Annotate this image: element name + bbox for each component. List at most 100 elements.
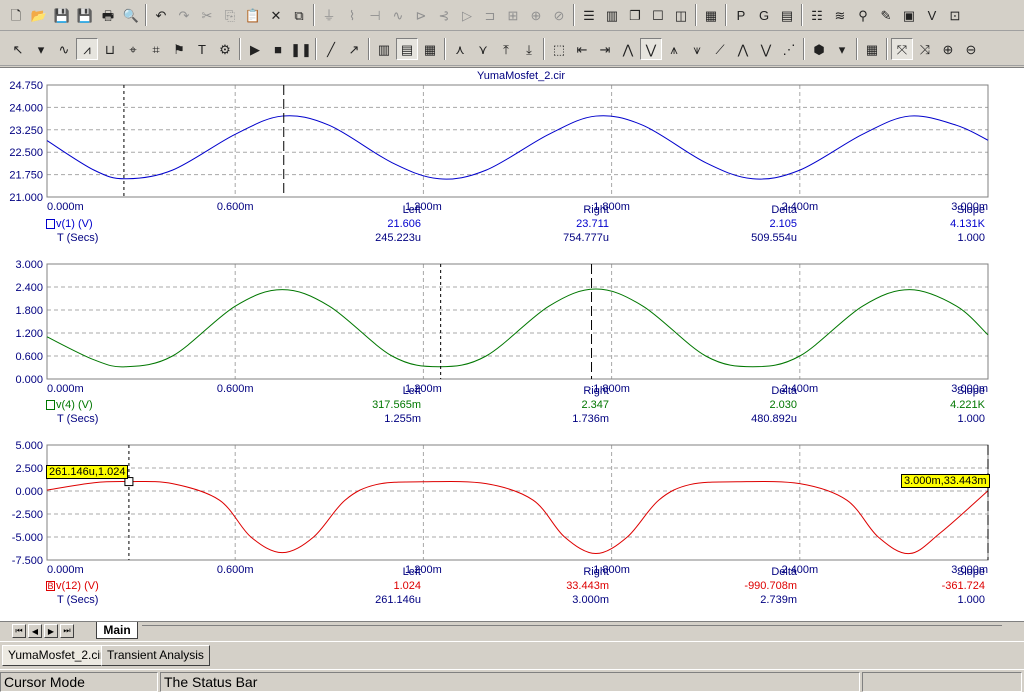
tab-circuit[interactable]: YumaMosfet_2.cir: [2, 645, 111, 666]
diode-icon[interactable]: ⊳: [410, 4, 432, 26]
time-left: 1.255m: [384, 413, 421, 425]
tab-transient-analysis[interactable]: Transient Analysis: [101, 645, 210, 666]
curve-swatch[interactable]: [46, 219, 55, 229]
pause-icon[interactable]: ❚❚: [290, 38, 312, 60]
capacitor-icon[interactable]: ⊣: [364, 4, 386, 26]
properties-dialog-icon[interactable]: ⚙: [214, 38, 236, 60]
tab-main[interactable]: Main: [96, 622, 138, 639]
global-low-icon[interactable]: ⋁: [755, 38, 777, 60]
curve-swatch[interactable]: B: [46, 581, 55, 591]
peak-icon[interactable]: ⋏: [449, 38, 471, 60]
marker-pen-icon[interactable]: ✎: [875, 4, 897, 26]
redo-icon[interactable]: ↷: [173, 4, 195, 26]
minor-grid-icon[interactable]: ▤: [396, 38, 418, 60]
save-icon[interactable]: 💾: [51, 4, 73, 26]
waveform-icon[interactable]: ≋: [829, 4, 851, 26]
grid-icon[interactable]: ▥: [373, 38, 395, 60]
next-high-icon[interactable]: ⩚: [663, 38, 685, 60]
low-icon[interactable]: ⤓: [518, 38, 540, 60]
paste-icon[interactable]: 📋: [242, 4, 264, 26]
curve-expression[interactable]: v(12) (V): [56, 580, 99, 592]
copy-icon[interactable]: ⎘: [219, 4, 241, 26]
text-tool-icon[interactable]: T: [191, 38, 213, 60]
calculator-icon[interactable]: ▦: [700, 4, 722, 26]
text-g-icon[interactable]: G: [753, 4, 775, 26]
global-high-icon[interactable]: ⋀: [732, 38, 754, 60]
graph-tag-icon[interactable]: ⌗: [145, 38, 167, 60]
plot-canvas[interactable]: YumaMosfet_2.cir 24.750 24.000 23.250 22.500…: [0, 68, 1024, 621]
zoom-in-icon[interactable]: ⊕: [937, 38, 959, 60]
curve-swatch[interactable]: [46, 400, 55, 410]
next-valley-icon[interactable]: ⋁: [640, 38, 662, 60]
split-window-icon[interactable]: ◫: [670, 4, 692, 26]
undo-icon[interactable]: ↶: [150, 4, 172, 26]
inductor-icon[interactable]: ∿: [387, 4, 409, 26]
info-header-right: Right: [583, 566, 609, 578]
add-curve-icon[interactable]: ∿: [53, 38, 75, 60]
tag-icon[interactable]: ⚑: [168, 38, 190, 60]
opamp-icon[interactable]: ▷: [456, 4, 478, 26]
switch-icon[interactable]: ⊐: [479, 4, 501, 26]
cursor-x-icon[interactable]: ⤧: [891, 38, 913, 60]
cursor-y-icon[interactable]: ⤨: [914, 38, 936, 60]
horizontal-scrollbar[interactable]: [142, 625, 1002, 637]
zoom-out-icon[interactable]: ⊖: [960, 38, 982, 60]
high-icon[interactable]: ⤒: [495, 38, 517, 60]
select-dropdown-icon[interactable]: ▾: [30, 38, 52, 60]
copy-special-icon[interactable]: ⧉: [288, 4, 310, 26]
tile-horizontal-icon[interactable]: ☰: [578, 4, 600, 26]
new-file-icon[interactable]: 🗋: [5, 4, 27, 26]
scope-icon[interactable]: ▣: [898, 4, 920, 26]
package-dropdown-icon[interactable]: ▾: [831, 38, 853, 60]
point-tag-icon[interactable]: ⌖: [122, 38, 144, 60]
valley-icon[interactable]: ⋎: [472, 38, 494, 60]
print-preview-icon[interactable]: 🔍: [120, 4, 142, 26]
next-peak-icon[interactable]: ⋀: [617, 38, 639, 60]
current-source-icon[interactable]: ⊘: [548, 4, 570, 26]
next-tab-icon[interactable]: ▶: [44, 624, 58, 638]
document-tabs: YumaMosfet_2.cir Transient Analysis: [0, 641, 1024, 668]
voltage-source-icon[interactable]: ⊕: [525, 4, 547, 26]
probe-icon[interactable]: ⚲: [852, 4, 874, 26]
cascade-icon[interactable]: ❐: [624, 4, 646, 26]
time-slope: 1.000: [957, 413, 985, 425]
vd-icon[interactable]: V: [921, 4, 943, 26]
plot-panel-3: 5.000 2.500 0.000 -2.500 -5.000 -7.500 0.000m 0…: [12, 440, 989, 576]
select-mode-icon[interactable]: ↖: [7, 38, 29, 60]
list-icon[interactable]: ☷: [806, 4, 828, 26]
prev-tab-icon[interactable]: ◀: [28, 624, 42, 638]
print-icon[interactable]: 🖶: [97, 4, 119, 26]
next-low-icon[interactable]: ⩛: [686, 38, 708, 60]
maximize-window-icon[interactable]: ☐: [647, 4, 669, 26]
slope-icon[interactable]: ⋰: [778, 38, 800, 60]
meter-icon[interactable]: ⊞: [502, 4, 524, 26]
last-tab-icon[interactable]: ⏭: [60, 624, 74, 638]
data-points-icon[interactable]: ▦: [419, 38, 441, 60]
ground-icon[interactable]: ⏚: [318, 4, 340, 26]
first-tab-icon[interactable]: ⏮: [12, 624, 26, 638]
draw-line-icon[interactable]: ╱: [320, 38, 342, 60]
run-icon[interactable]: ▶: [244, 38, 266, 60]
cut-icon[interactable]: ✂: [196, 4, 218, 26]
table-icon[interactable]: ▦: [861, 38, 883, 60]
cursor-right-icon[interactable]: ⇥: [594, 38, 616, 60]
curve-expression[interactable]: v(1) (V): [56, 218, 93, 230]
resistor-icon[interactable]: ⌇: [341, 4, 363, 26]
cursor-left-icon[interactable]: ⇤: [571, 38, 593, 60]
text-p-icon[interactable]: P: [730, 4, 752, 26]
package-icon[interactable]: ⬢: [808, 38, 830, 60]
save-all-icon[interactable]: 💾: [74, 4, 96, 26]
graph-view-icon[interactable]: ⬚: [548, 38, 570, 60]
transistor-icon[interactable]: ⊰: [433, 4, 455, 26]
inflection-icon[interactable]: ⟋: [709, 38, 731, 60]
cursor-mode-icon[interactable]: ⩘: [76, 38, 98, 60]
stop-icon[interactable]: ■: [267, 38, 289, 60]
draw-arrow-icon[interactable]: ↗: [343, 38, 365, 60]
tile-vertical-icon[interactable]: ▥: [601, 4, 623, 26]
properties-icon[interactable]: ▤: [776, 4, 798, 26]
scale-mode-icon[interactable]: ⊔: [99, 38, 121, 60]
open-file-icon[interactable]: 📂: [28, 4, 50, 26]
curve-expression[interactable]: v(4) (V): [56, 399, 93, 411]
zoom-window-icon[interactable]: ⊡: [944, 4, 966, 26]
delete-icon[interactable]: ✕: [265, 4, 287, 26]
